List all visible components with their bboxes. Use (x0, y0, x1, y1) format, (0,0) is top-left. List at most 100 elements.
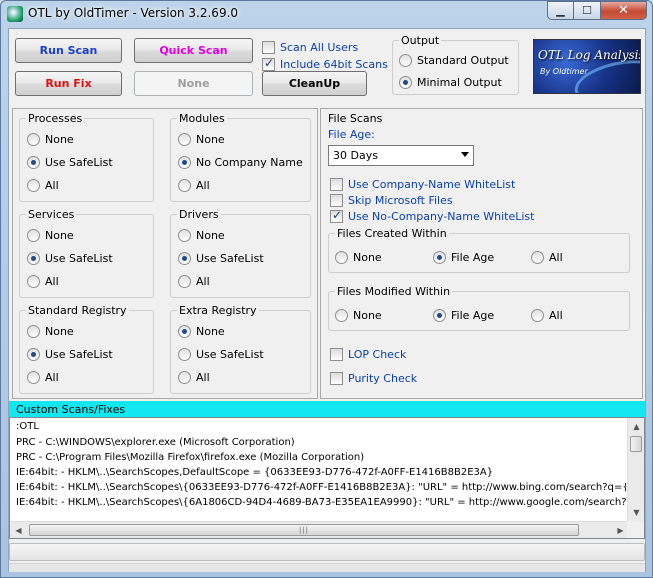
skip-microsoft-files-checkbox[interactable]: Skip Microsoft Files (330, 193, 453, 207)
drivers-radio-dot[interactable] (178, 228, 191, 242)
processes-group: Processes None Use SafeList All (19, 112, 154, 202)
output-group: Output Standard Output Minimal Output (392, 34, 519, 95)
title-bar[interactable]: OTL by OldTimer - Version 3.2.69.0 ▁ ☐ ✕ (1, 1, 652, 27)
scroll-down-icon[interactable]: ▼ (628, 504, 644, 521)
none-button[interactable]: None (134, 71, 253, 96)
standard-registry-option-none[interactable]: None (27, 324, 74, 338)
standard-registry-radio-dot[interactable] (27, 347, 40, 361)
run-fix-button[interactable]: Run Fix (15, 71, 122, 96)
files-created-option-file-age[interactable]: File Age (433, 250, 494, 264)
run-scan-button[interactable]: Run Scan (15, 38, 122, 63)
custom-scans-textarea[interactable]: :OTL PRC - C:\WINDOWS\explorer.exe (Micr… (9, 417, 645, 539)
skip-microsoft-files-box[interactable] (330, 193, 343, 207)
drivers-option-use-safelist[interactable]: Use SafeList (178, 251, 264, 265)
drivers-option-all[interactable]: All (178, 274, 210, 288)
extra-registry-option-label: Use SafeList (196, 347, 264, 361)
company-name-whitelist-box[interactable] (330, 177, 343, 191)
drivers-radio-dot[interactable] (178, 251, 191, 265)
modules-radio-dot[interactable] (178, 155, 191, 169)
modules-option-no-company-name[interactable]: No Company Name (178, 155, 303, 169)
output-minimal-radio-dot[interactable] (399, 75, 412, 89)
cleanup-button[interactable]: CleanUp (262, 71, 367, 96)
drivers-option-none[interactable]: None (178, 228, 225, 242)
custom-line: PRC - C:\WINDOWS\explorer.exe (Microsoft… (16, 437, 295, 448)
lop-check-checkbox[interactable]: LOP Check (330, 347, 406, 361)
minimize-button[interactable]: ▁ (547, 1, 574, 20)
processes-option-label: None (45, 132, 74, 146)
processes-radio-dot[interactable] (27, 178, 40, 192)
standard-registry-radio-dot[interactable] (27, 370, 40, 384)
drivers-group: Drivers None Use SafeList All (170, 208, 311, 298)
file-age-select[interactable]: 30 Days (328, 145, 474, 166)
window-title: OTL by OldTimer - Version 3.2.69.0 (28, 6, 239, 20)
output-standard-radio-dot[interactable] (399, 53, 412, 67)
files-modified-radio-dot[interactable] (433, 308, 446, 322)
modules-radio-dot[interactable] (178, 178, 191, 192)
services-legend: Services (26, 208, 77, 221)
files-created-option-all[interactable]: All (531, 250, 563, 264)
modules-option-none[interactable]: None (178, 132, 225, 146)
files-modified-radio-dot[interactable] (531, 308, 544, 322)
extra-registry-radio-dot[interactable] (178, 347, 191, 361)
standard-registry-radio-dot[interactable] (27, 324, 40, 338)
purity-check-box[interactable] (330, 371, 343, 385)
services-radio-dot[interactable] (27, 251, 40, 265)
scrollbar-corner (627, 521, 644, 538)
vertical-scroll-thumb[interactable] (630, 436, 642, 452)
services-option-none[interactable]: None (27, 228, 74, 242)
close-button[interactable]: ✕ (601, 1, 647, 20)
no-company-name-whitelist-checkbox[interactable]: Use No-Company-Name WhiteList (330, 208, 534, 223)
maximize-button[interactable]: ☐ (574, 1, 601, 20)
modules-radio-dot[interactable] (178, 132, 191, 146)
extra-registry-option-use-safelist[interactable]: Use SafeList (178, 347, 264, 361)
files-created-option-none[interactable]: None (335, 250, 382, 264)
services-radio-dot[interactable] (27, 228, 40, 242)
services-option-all[interactable]: All (27, 274, 59, 288)
include-64bit-box[interactable] (262, 56, 275, 71)
lop-check-box[interactable] (330, 347, 343, 361)
scan-all-users-checkbox[interactable]: Scan All Users (262, 40, 358, 54)
processes-option-use-safelist[interactable]: Use SafeList (27, 155, 113, 169)
extra-registry-option-label: None (196, 324, 225, 338)
processes-radio-dot[interactable] (27, 132, 40, 146)
drivers-legend: Drivers (177, 208, 221, 221)
extra-registry-radio-dot[interactable] (178, 324, 191, 338)
modules-option-all[interactable]: All (178, 178, 210, 192)
include-64bit-checkbox[interactable]: Include 64bit Scans (262, 56, 388, 71)
horizontal-scrollbar[interactable]: ◀ ||| ▶ (10, 521, 629, 538)
drivers-option-label: All (196, 274, 210, 288)
custom-line: IE:64bit: - HKLM\..\SearchScopes,Default… (16, 467, 494, 478)
files-modified-option-all[interactable]: All (531, 308, 563, 322)
files-modified-radio-dot[interactable] (335, 308, 348, 322)
services-option-label: All (45, 274, 59, 288)
scan-all-users-box[interactable] (262, 40, 275, 54)
services-option-use-safelist[interactable]: Use SafeList (27, 251, 113, 265)
files-created-radio-dot[interactable] (531, 250, 544, 264)
standard-registry-option-use-safelist[interactable]: Use SafeList (27, 347, 113, 361)
files-created-radio-dot[interactable] (335, 250, 348, 264)
horizontal-scroll-thumb[interactable]: ||| (29, 524, 579, 536)
services-radio-dot[interactable] (27, 274, 40, 288)
scroll-left-icon[interactable]: ◀ (10, 522, 27, 538)
drivers-radio-dot[interactable] (178, 274, 191, 288)
no-company-name-whitelist-box[interactable] (330, 208, 343, 223)
vertical-scrollbar[interactable]: ▲ ▼ (627, 418, 644, 521)
extra-registry-option-none[interactable]: None (178, 324, 225, 338)
extra-registry-option-all[interactable]: All (178, 370, 210, 384)
company-name-whitelist-checkbox[interactable]: Use Company-Name WhiteList (330, 177, 515, 191)
file-scans-label: File Scans (328, 112, 383, 125)
processes-radio-dot[interactable] (27, 155, 40, 169)
standard-registry-option-all[interactable]: All (27, 370, 59, 384)
drivers-option-label: None (196, 228, 225, 242)
purity-check-checkbox[interactable]: Purity Check (330, 371, 417, 385)
extra-registry-radio-dot[interactable] (178, 370, 191, 384)
processes-option-none[interactable]: None (27, 132, 74, 146)
scroll-up-icon[interactable]: ▲ (628, 418, 644, 435)
files-modified-option-none[interactable]: None (335, 308, 382, 322)
files-modified-option-file-age[interactable]: File Age (433, 308, 494, 322)
files-created-radio-dot[interactable] (433, 250, 446, 264)
output-standard-radio[interactable]: Standard Output (399, 53, 509, 67)
quick-scan-button[interactable]: Quick Scan (134, 38, 253, 63)
output-minimal-radio[interactable]: Minimal Output (399, 75, 502, 89)
processes-option-all[interactable]: All (27, 178, 59, 192)
